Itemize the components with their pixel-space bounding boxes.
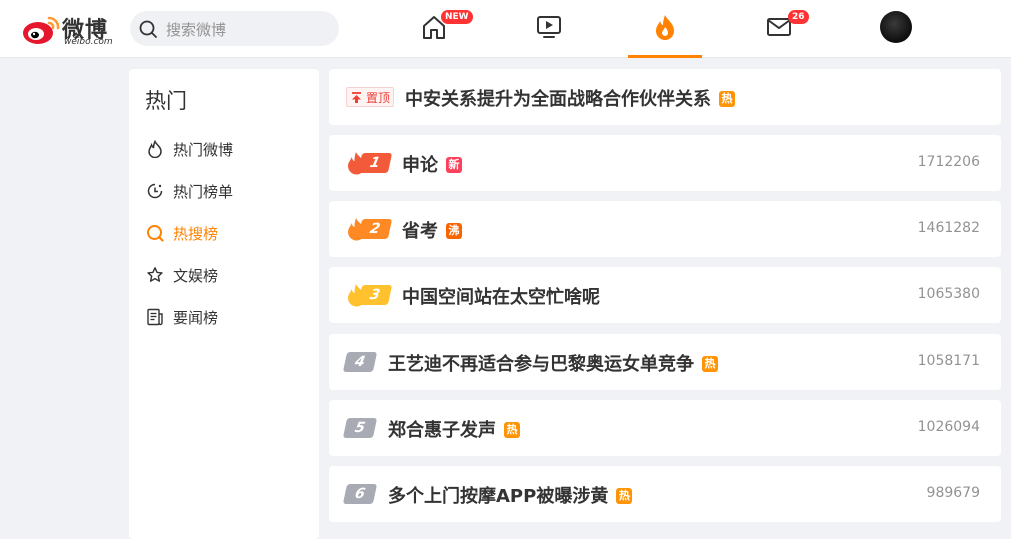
nav-home[interactable]: NEW — [397, 0, 473, 58]
nav-hot[interactable] — [628, 0, 702, 58]
heat-count: 1461282 — [917, 220, 980, 236]
sidebar-item-news[interactable]: 要闻榜 — [146, 303, 306, 331]
hot-search-pinned-item[interactable]: 置顶 中安关系提升为全面战略合作伙伴关系热 — [329, 69, 1001, 125]
hot-search-item[interactable]: 3 中国空间站在太空忙啥呢 1065380 — [329, 267, 1001, 323]
item-title: 多个上门按摩APP被曝涉黄 — [388, 486, 609, 507]
rank-badge-3: 3 — [345, 283, 393, 307]
item-title: 中国空间站在太空忙啥呢 — [402, 287, 600, 308]
sidebar-item-label: 文娱榜 — [173, 267, 219, 285]
rank-number: 4 — [342, 352, 378, 372]
item-title: 王艺迪不再适合参与巴黎奥运女单竞争 — [388, 354, 694, 375]
sidebar-item-hot-weibo[interactable]: 热门微博 — [146, 135, 306, 163]
nav-video[interactable] — [512, 0, 586, 58]
news-icon — [147, 308, 163, 326]
item-title: 省考 — [402, 221, 438, 242]
heat-count: 1065380 — [917, 286, 980, 302]
star-icon — [147, 267, 163, 282]
pin-arrow-icon — [352, 92, 361, 103]
hot-search-item[interactable]: 2 省考沸 1461282 — [329, 201, 1001, 257]
sidebar-item-label: 热搜榜 — [173, 225, 219, 243]
heat-count: 1026094 — [917, 419, 980, 435]
nav-messages[interactable]: 26 — [742, 0, 816, 58]
rank-number: 1 — [357, 153, 393, 173]
logo-subtext: weibo.com — [64, 37, 113, 47]
pinned-title: 中安关系提升为全面战略合作伙伴关系 — [405, 89, 711, 110]
heat-count: 1058171 — [917, 353, 980, 369]
item-title: 郑合惠子发声 — [388, 420, 496, 441]
item-title-wrap: 王艺迪不再适合参与巴黎奥运女单竞争热 — [388, 350, 718, 376]
hot-search-item[interactable]: 1 申论新 1712206 — [329, 135, 1001, 191]
sidebar-item-hot-search[interactable]: 热搜榜 — [146, 219, 306, 247]
rank-badge-2: 2 — [345, 217, 393, 241]
sidebar-item-label: 要闻榜 — [173, 309, 219, 327]
sidebar-item-label: 热门榜单 — [173, 183, 234, 201]
search-icon — [139, 20, 157, 38]
clock-chart-icon — [147, 183, 163, 199]
new-tag: 新 — [446, 157, 462, 173]
sidebar-item-label: 热门微博 — [173, 141, 234, 159]
search-input[interactable] — [164, 11, 333, 48]
top-nav-bar: 微博 weibo.com NEW 26 — [0, 0, 1011, 58]
rank-badge-4: 4 — [342, 350, 392, 374]
hot-tag: 热 — [702, 356, 718, 372]
rank-number: 3 — [357, 285, 393, 305]
item-title: 申论 — [402, 155, 438, 176]
heat-count: 1712206 — [917, 154, 980, 170]
weibo-eye-icon — [23, 16, 60, 44]
sidebar-item-entertainment[interactable]: 文娱榜 — [146, 261, 306, 289]
pinned-title-wrap: 中安关系提升为全面战略合作伙伴关系热 — [405, 85, 735, 111]
hot-tag: 热 — [616, 488, 633, 504]
search-circle-icon — [147, 225, 164, 242]
weibo-logo[interactable]: 微博 weibo.com — [22, 10, 118, 48]
sidebar-title: 热门 — [145, 89, 187, 113]
rank-badge-6: 6 — [342, 482, 392, 506]
video-icon — [537, 16, 561, 38]
item-title-wrap: 申论新 — [402, 151, 462, 177]
hot-search-item[interactable]: 4 王艺迪不再适合参与巴黎奥运女单竞争热 1058171 — [329, 334, 1001, 390]
pinned-badge: 置顶 — [346, 87, 394, 107]
hot-tag: 热 — [719, 91, 735, 107]
pinned-label: 置顶 — [366, 91, 391, 105]
search-box[interactable] — [130, 11, 339, 48]
heat-count: 989679 — [926, 485, 980, 501]
item-title-wrap: 省考沸 — [402, 217, 462, 243]
sidebar: 热门 热门微博 热门榜单 热搜榜 文娱榜 要闻榜 — [129, 69, 319, 539]
rank-number: 6 — [342, 484, 378, 504]
hot-search-item[interactable]: 6 多个上门按摩APP被曝涉黄热 989679 — [329, 466, 1001, 522]
boiling-tag: 沸 — [446, 223, 462, 239]
sidebar-item-hot-lists[interactable]: 热门榜单 — [146, 177, 306, 205]
rank-number: 5 — [342, 418, 378, 438]
item-title-wrap: 多个上门按摩APP被曝涉黄热 — [388, 482, 633, 508]
rank-badge-1: 1 — [345, 151, 393, 175]
user-avatar[interactable] — [880, 11, 912, 43]
messages-count-badge: 26 — [788, 10, 809, 24]
home-new-badge: NEW — [441, 10, 473, 24]
rank-badge-5: 5 — [342, 416, 392, 440]
hot-search-item[interactable]: 5 郑合惠子发声热 1026094 — [329, 400, 1001, 456]
flame-outline-icon — [148, 140, 162, 158]
hot-tag: 热 — [504, 422, 520, 438]
item-title-wrap: 郑合惠子发声热 — [388, 416, 520, 442]
rank-number: 2 — [357, 219, 393, 239]
hot-flame-icon — [656, 15, 674, 40]
